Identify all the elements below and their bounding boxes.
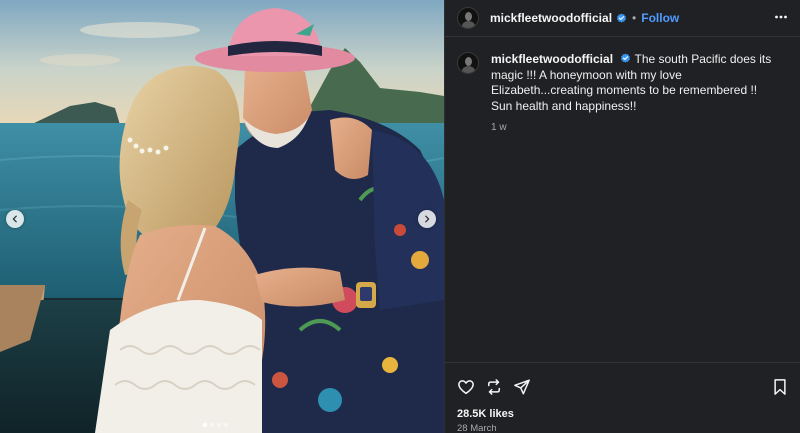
repost-icon[interactable]	[485, 378, 503, 396]
likes-count[interactable]: 28.5K likes	[457, 408, 514, 420]
post-photo	[0, 0, 444, 433]
bookmark-icon[interactable]	[771, 378, 789, 396]
heart-icon[interactable]	[457, 378, 475, 396]
post-side-panel: mickfleetwoodofficial • Follow mickfleet…	[444, 0, 800, 433]
follow-button[interactable]: Follow	[641, 11, 679, 25]
carousel-dot	[203, 423, 207, 427]
post-header: mickfleetwoodofficial • Follow	[445, 0, 800, 36]
carousel-dot	[210, 423, 214, 427]
username-link[interactable]: mickfleetwoodofficial	[490, 11, 612, 25]
caption-time: 1 w	[491, 122, 507, 133]
instagram-post-view: mickfleetwoodofficial • Follow mickfleet…	[0, 0, 800, 433]
more-options-icon[interactable]	[774, 10, 788, 24]
avatar[interactable]	[457, 7, 479, 29]
post-date[interactable]: 28 March	[457, 423, 497, 433]
chevron-left-icon	[12, 215, 17, 223]
verified-badge-icon	[617, 12, 627, 23]
post-media[interactable]	[0, 0, 444, 433]
caption-avatar[interactable]	[457, 52, 479, 74]
share-icon[interactable]	[513, 378, 531, 396]
carousel-dot	[224, 423, 228, 427]
chevron-right-icon	[425, 215, 430, 223]
carousel-dot	[217, 423, 221, 427]
caption-body: mickfleetwoodofficial The south Pacific …	[491, 52, 781, 136]
previous-slide-button[interactable]	[6, 210, 24, 228]
caption-username-link[interactable]: mickfleetwoodofficial	[491, 52, 613, 66]
verified-badge-icon	[621, 53, 631, 63]
next-slide-button[interactable]	[418, 210, 436, 228]
carousel-indicator	[203, 423, 228, 427]
caption-comment: mickfleetwoodofficial The south Pacific …	[445, 37, 800, 136]
post-actions: 28.5K likes 28 March	[445, 362, 800, 433]
separator-dot: •	[632, 11, 637, 25]
